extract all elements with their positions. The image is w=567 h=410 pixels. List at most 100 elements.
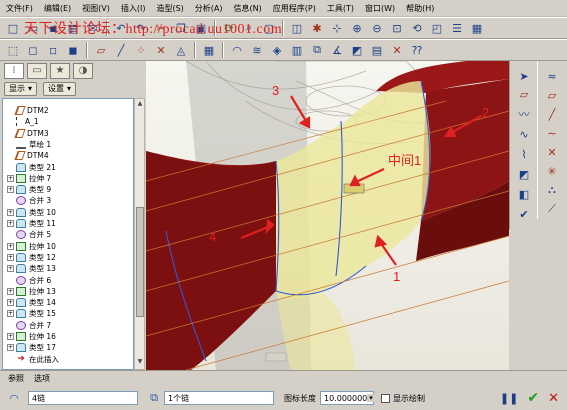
- section-analysis-icon[interactable]: ▥: [288, 41, 306, 59]
- datum-axis-tool-icon[interactable]: 〰: [514, 105, 534, 123]
- menu-window[interactable]: 窗口(W): [365, 3, 395, 14]
- context-help-icon[interactable]: ⁇: [408, 41, 426, 59]
- extend-icon[interactable]: ⟋: [542, 200, 562, 218]
- tree-item[interactable]: DTM2: [3, 105, 49, 116]
- boundary-blend-tool-icon[interactable]: ◩: [514, 165, 534, 183]
- surface-analysis-icon[interactable]: ≈: [542, 67, 562, 85]
- plane-icon[interactable]: ▱: [542, 86, 562, 104]
- expand-icon[interactable]: +: [7, 242, 14, 250]
- menu-edit[interactable]: 编辑(E): [44, 3, 71, 14]
- datum-curve-tool-icon[interactable]: ∿: [514, 125, 534, 143]
- expand-icon[interactable]: +: [7, 220, 14, 227]
- model-tree-tab[interactable]: ⁞: [4, 62, 24, 79]
- hide-all-icon[interactable]: ✕: [388, 41, 406, 59]
- tree-item[interactable]: + 类型 14: [3, 297, 56, 308]
- new-icon[interactable]: □: [4, 19, 22, 37]
- tree-scrollbar[interactable]: ▲ ▼: [134, 98, 145, 370]
- saved-views-icon[interactable]: ◰: [428, 19, 446, 37]
- tree-item[interactable]: 类型 21: [3, 162, 56, 173]
- expand-icon[interactable]: +: [7, 310, 14, 318]
- style-tool-icon[interactable]: ◧: [514, 185, 534, 203]
- shading-icon[interactable]: ◼: [64, 41, 82, 59]
- expand-icon[interactable]: +: [7, 299, 14, 307]
- annotation-display-icon[interactable]: ◬: [172, 41, 190, 59]
- redo-icon[interactable]: ↷: [132, 19, 150, 37]
- menu-insert[interactable]: 插入(I): [121, 3, 146, 14]
- tree-item[interactable]: 草绘 1: [3, 139, 51, 150]
- orient-icon[interactable]: ⊹: [328, 19, 346, 37]
- menu-file[interactable]: 文件(F): [6, 3, 33, 14]
- point-icon[interactable]: ✕: [542, 143, 562, 161]
- copy-icon[interactable]: ❐: [172, 19, 190, 37]
- email-icon[interactable]: ✉: [84, 19, 102, 37]
- connections-tab[interactable]: ◑: [73, 62, 93, 79]
- tree-item[interactable]: + 类型 17: [3, 342, 56, 353]
- offset-icon[interactable]: ⧉: [308, 41, 326, 59]
- wireframe-icon[interactable]: ⬚: [4, 41, 22, 59]
- csys-icon[interactable]: ✕: [152, 41, 170, 59]
- cut-icon[interactable]: ✂: [152, 19, 170, 37]
- menu-analysis[interactable]: 分析(A): [195, 3, 223, 14]
- folder-browser-tab[interactable]: ▭: [27, 62, 47, 79]
- tree-item[interactable]: + 类型 12: [3, 252, 56, 263]
- tree-item[interactable]: 合并 5: [3, 229, 51, 240]
- spin-center-icon[interactable]: ✱: [308, 19, 326, 37]
- expand-icon[interactable]: +: [7, 333, 14, 340]
- menu-help[interactable]: 帮助(H): [406, 3, 434, 14]
- find-icon[interactable]: ⌕: [240, 19, 258, 37]
- datum-point-tool-icon[interactable]: ⌇: [514, 145, 534, 163]
- variable-section-sweep-icon[interactable]: ✔: [514, 205, 534, 223]
- tree-item[interactable]: + 类型 10: [3, 207, 56, 218]
- menu-tools[interactable]: 工具(T): [327, 3, 354, 14]
- reflection-icon[interactable]: ≋: [248, 41, 266, 59]
- refit-icon[interactable]: ⊡: [388, 19, 406, 37]
- menu-shape[interactable]: 造型(S): [156, 3, 183, 14]
- tree-item[interactable]: A_1: [3, 116, 39, 127]
- tree-item[interactable]: + 类型 11: [3, 218, 56, 229]
- show-draw-checkbox[interactable]: [381, 393, 390, 403]
- expand-icon[interactable]: +: [7, 265, 14, 273]
- scroll-down-icon[interactable]: ▼: [136, 358, 144, 368]
- layers-icon[interactable]: ☰: [448, 19, 466, 37]
- accept-icon[interactable]: ✔: [527, 390, 539, 406]
- datum-planes-icon[interactable]: ▱: [92, 41, 110, 59]
- expand-icon[interactable]: +: [7, 253, 14, 261]
- menu-view[interactable]: 视图(V): [82, 3, 110, 14]
- trim-icon[interactable]: ⛬: [542, 181, 562, 199]
- sketch-curve-icon[interactable]: ∼: [542, 124, 562, 142]
- menu-info[interactable]: 信息(N): [234, 3, 262, 14]
- datum-axes-icon[interactable]: ╱: [112, 41, 130, 59]
- chain-collector[interactable]: 4链: [28, 391, 138, 405]
- expand-icon[interactable]: +: [7, 287, 14, 295]
- undo-icon[interactable]: ↶: [112, 19, 130, 37]
- tree-item[interactable]: DTM4: [3, 150, 49, 161]
- mirror-icon[interactable]: ✳: [542, 162, 562, 180]
- no-hidden-icon[interactable]: ◽: [44, 41, 62, 59]
- regenerate-icon[interactable]: ⟳: [220, 19, 238, 37]
- repaint-icon[interactable]: ◫: [288, 19, 306, 37]
- graphics-window[interactable]: 1 2 3 4 中间1: [146, 61, 509, 370]
- curve-icon[interactable]: ╱: [542, 105, 562, 123]
- scroll-up-icon[interactable]: ▲: [136, 100, 144, 110]
- tree-item[interactable]: + 拉伸 10: [3, 241, 56, 252]
- saved-analysis-icon[interactable]: ▤: [368, 41, 386, 59]
- print-icon[interactable]: ▤: [64, 19, 82, 37]
- icon-length-select[interactable]: 10.000000 ▾: [320, 391, 375, 405]
- slope-icon[interactable]: ◩: [348, 41, 366, 59]
- expand-icon[interactable]: +: [7, 186, 14, 194]
- save-icon[interactable]: ▪: [44, 19, 62, 37]
- menu-applications[interactable]: 应用程序(P): [273, 3, 316, 14]
- expand-icon[interactable]: +: [7, 174, 14, 182]
- scrollbar-thumb[interactable]: [136, 207, 144, 317]
- zoom-in-icon[interactable]: ⊕: [348, 19, 366, 37]
- tree-item[interactable]: + 拉伸 7: [3, 173, 51, 184]
- curvature-icon[interactable]: ◠: [228, 41, 246, 59]
- tree-item[interactable]: 合并 3: [3, 195, 51, 206]
- tab-references[interactable]: 参照: [8, 373, 24, 384]
- select-arrow-icon[interactable]: ➤: [514, 67, 534, 85]
- select-box-icon[interactable]: ▢: [260, 19, 278, 37]
- tree-item[interactable]: 合并 6: [3, 275, 51, 286]
- dihedral-icon[interactable]: ∡: [328, 41, 346, 59]
- zoom-out-icon[interactable]: ⊖: [368, 19, 386, 37]
- paste-icon[interactable]: ▣: [192, 19, 210, 37]
